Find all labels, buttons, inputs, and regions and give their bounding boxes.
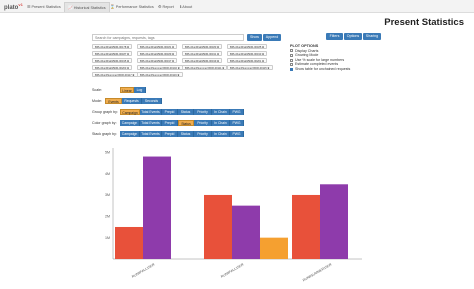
bar[interactable] — [143, 156, 171, 259]
bar[interactable] — [232, 205, 260, 259]
bar[interactable] — [115, 226, 143, 259]
bar[interactable] — [260, 237, 288, 259]
y-tick-label: 5M — [105, 150, 110, 154]
x-tick-label: RUNIISUMMER15DR — [302, 262, 333, 282]
y-tick-label: 4M — [105, 172, 110, 176]
y-tick-label: 3M — [105, 193, 110, 197]
y-tick-label: 1M — [105, 236, 110, 240]
bar[interactable] — [320, 184, 348, 259]
x-tick-label: RUNIIFALL15DR — [220, 262, 245, 279]
y-tick-label: 2M — [105, 215, 110, 219]
bar[interactable] — [292, 194, 320, 259]
bar[interactable] — [204, 194, 232, 259]
bar-chart: 1M 2M 3M 4M 5M RUNIIFALL15DR RUNIIFALL15DR RUNI… — [105, 148, 362, 282]
x-tick-label: RUNIIFALL15DR — [131, 262, 156, 279]
